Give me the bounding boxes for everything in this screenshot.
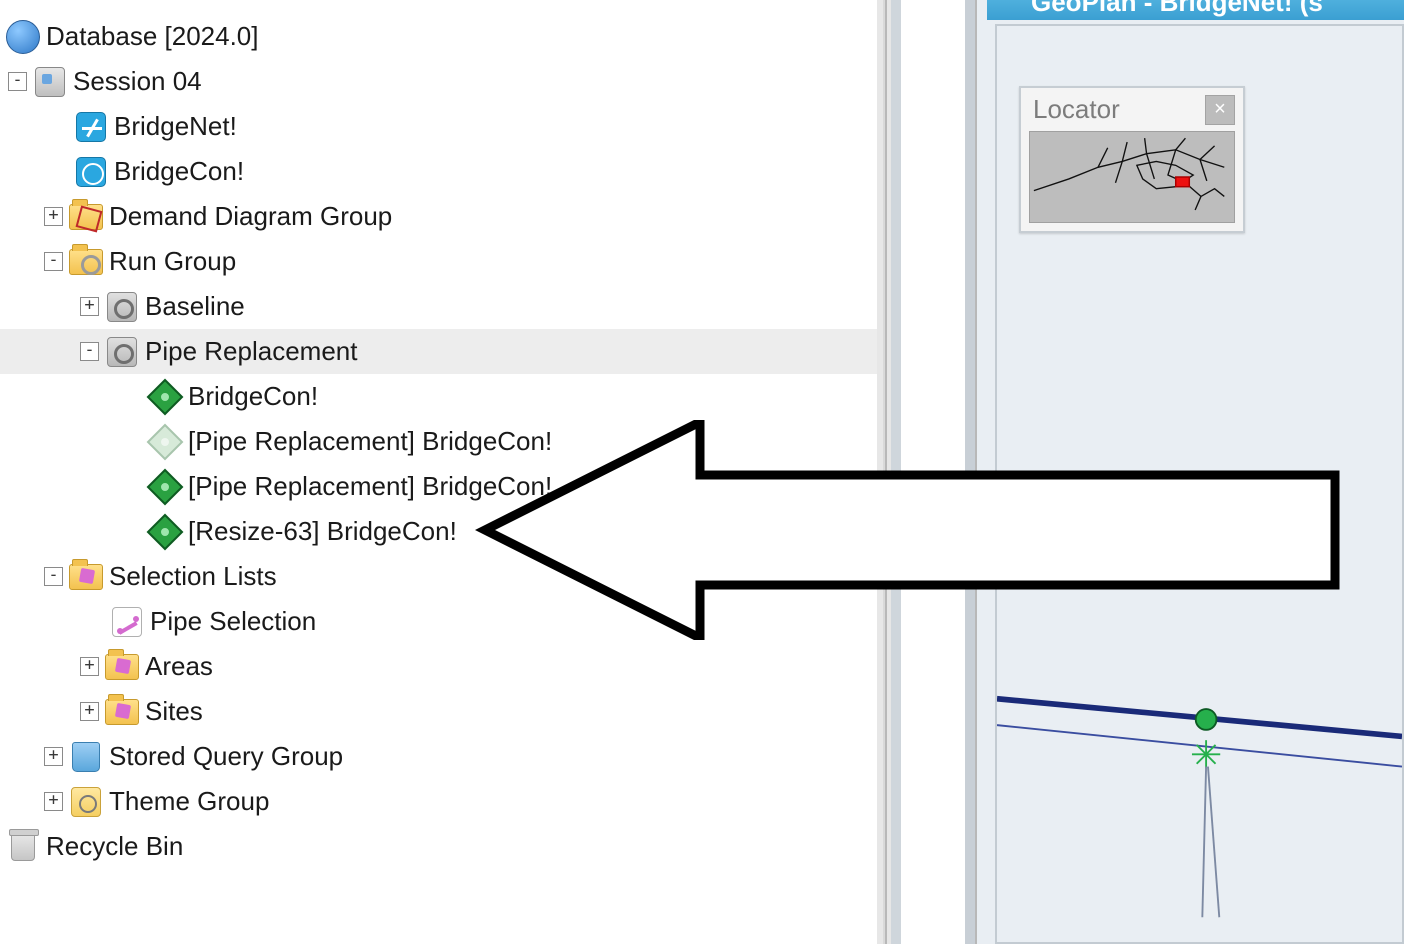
tree-label: [Pipe Replacement] BridgeCon! xyxy=(188,471,552,502)
expand-toggle[interactable]: + xyxy=(44,747,63,766)
expand-toggle[interactable]: + xyxy=(80,702,99,721)
expand-toggle[interactable]: + xyxy=(44,207,63,226)
collapse-toggle[interactable]: - xyxy=(44,567,63,586)
geoplan-network-canvas xyxy=(997,26,1402,942)
geoplan-viewport[interactable]: Locator × xyxy=(995,24,1404,944)
tree-label: [Resize-63] BridgeCon! xyxy=(188,516,457,547)
tree-label: Pipe Replacement xyxy=(145,336,357,367)
tree-label: Session 04 xyxy=(73,66,202,97)
tree-label: Theme Group xyxy=(109,786,269,817)
database-icon xyxy=(6,20,40,54)
folder-icon xyxy=(69,560,103,594)
tree-item-resize-63[interactable]: [Resize-63] BridgeCon! xyxy=(0,509,883,554)
database-tree-panel: Database [2024.0] - Session 04 BridgeNet… xyxy=(0,0,885,944)
tree-label: Run Group xyxy=(109,246,236,277)
network-icon xyxy=(74,110,108,144)
tree-label: BridgeCon! xyxy=(114,156,244,187)
sim-icon xyxy=(148,380,182,414)
tree-item-areas[interactable]: + Areas xyxy=(0,644,883,689)
pipe-selection-icon xyxy=(110,605,144,639)
recycle-bin-icon xyxy=(6,830,40,864)
tree-label: Selection Lists xyxy=(109,561,277,592)
tree-item-session[interactable]: - Session 04 xyxy=(0,59,883,104)
geoplan-panel: GeoPlan - BridgeNet! (s Locator × xyxy=(977,0,1404,944)
tree-item-database[interactable]: Database [2024.0] xyxy=(0,14,883,59)
expand-toggle[interactable]: + xyxy=(80,657,99,676)
collapse-toggle[interactable]: - xyxy=(8,72,27,91)
tree-item-pipe-selection[interactable]: Pipe Selection xyxy=(0,599,883,644)
expand-toggle[interactable]: + xyxy=(80,297,99,316)
sim-icon xyxy=(148,515,182,549)
tree-label: Recycle Bin xyxy=(46,831,183,862)
expand-toggle[interactable]: + xyxy=(44,792,63,811)
folder-icon xyxy=(69,200,103,234)
tree-label: Database [2024.0] xyxy=(46,21,259,52)
tree-item-stored-query-group[interactable]: + Stored Query Group xyxy=(0,734,883,779)
tree-scrollbar[interactable] xyxy=(877,0,883,944)
folder-icon xyxy=(105,650,139,684)
tree-label: Sites xyxy=(145,696,203,727)
folder-icon xyxy=(105,695,139,729)
workspace: Database [2024.0] - Session 04 BridgeNet… xyxy=(0,0,1404,944)
tree-label: Demand Diagram Group xyxy=(109,201,392,232)
collapse-toggle[interactable]: - xyxy=(80,342,99,361)
tree-label: Pipe Selection xyxy=(150,606,316,637)
geoplan-titlebar: GeoPlan - BridgeNet! (s xyxy=(987,0,1404,20)
tree-item-selection-lists[interactable]: - Selection Lists xyxy=(0,554,883,599)
tree-item-pr-bridgecon[interactable]: BridgeCon! xyxy=(0,374,883,419)
tree-item-theme-group[interactable]: + Theme Group xyxy=(0,779,883,824)
tree-item-pipe-replacement[interactable]: - Pipe Replacement xyxy=(0,329,883,374)
tree-item-bridgecon[interactable]: BridgeCon! xyxy=(0,149,883,194)
tree-item-recycle-bin[interactable]: Recycle Bin xyxy=(0,824,883,869)
tree-item-bridgenet[interactable]: BridgeNet! xyxy=(0,104,883,149)
tree-root: Database [2024.0] - Session 04 BridgeNet… xyxy=(0,0,883,869)
tree-label: BridgeNet! xyxy=(114,111,237,142)
tree-item-pr-bridgecon-pr1[interactable]: [Pipe Replacement] BridgeCon! xyxy=(0,419,883,464)
tree-item-pr-bridgecon-pr2[interactable]: [Pipe Replacement] BridgeCon! xyxy=(0,464,883,509)
collapse-toggle[interactable]: - xyxy=(44,252,63,271)
clock-icon xyxy=(74,155,108,189)
theme-icon xyxy=(69,785,103,819)
tree-label: Stored Query Group xyxy=(109,741,343,772)
tree-item-sites[interactable]: + Sites xyxy=(0,689,883,734)
run-icon xyxy=(105,290,139,324)
tree-item-run-group[interactable]: - Run Group xyxy=(0,239,883,284)
sim-icon xyxy=(148,470,182,504)
tree-item-baseline[interactable]: + Baseline xyxy=(0,284,883,329)
panel-splitter[interactable] xyxy=(885,0,977,944)
tree-label: Baseline xyxy=(145,291,245,322)
run-icon xyxy=(105,335,139,369)
stored-query-icon xyxy=(69,740,103,774)
folder-icon xyxy=(69,245,103,279)
tree-label: [Pipe Replacement] BridgeCon! xyxy=(188,426,552,457)
tree-label: BridgeCon! xyxy=(188,381,318,412)
sim-ghost-icon xyxy=(148,425,182,459)
session-icon xyxy=(33,65,67,99)
tree-item-demand-group[interactable]: + Demand Diagram Group xyxy=(0,194,883,239)
geoplan-title: GeoPlan - BridgeNet! (s xyxy=(1031,0,1323,18)
tree-label: Areas xyxy=(145,651,213,682)
